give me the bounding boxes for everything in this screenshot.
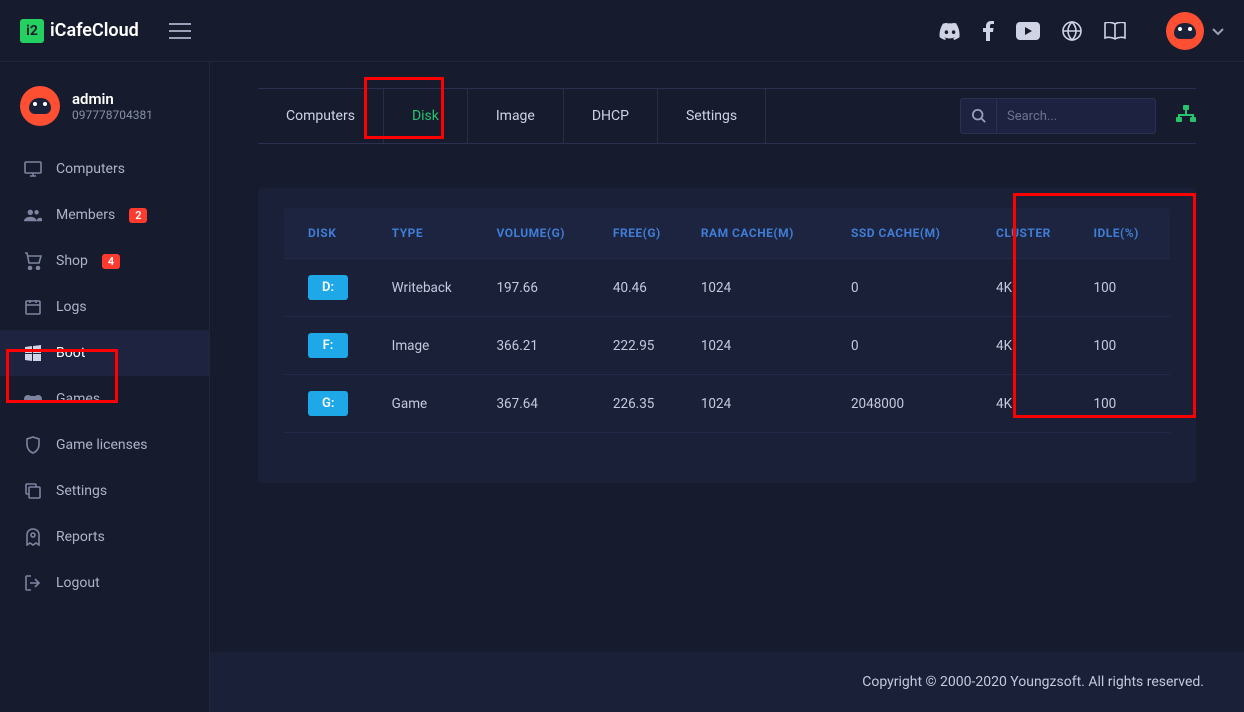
col-cluster[interactable]: CLUSTER — [988, 208, 1086, 259]
youtube-icon[interactable] — [1016, 22, 1040, 40]
col-free-g-[interactable]: FREE(G) — [605, 208, 693, 259]
sidebar-item-label: Members — [56, 207, 115, 223]
sidebar-item-boot[interactable]: Boot — [0, 330, 209, 376]
disk-table: DISKTYPEVOLUME(G)FREE(G)RAM CACHE(M)SSD … — [284, 208, 1170, 433]
cell-free: 40.46 — [605, 259, 693, 317]
monitor-icon — [24, 160, 42, 178]
cell-type: Game — [384, 375, 489, 433]
tab-computers[interactable]: Computers — [258, 89, 384, 143]
calendar-icon — [24, 298, 42, 316]
sidebar-item-settings[interactable]: Settings — [0, 468, 209, 514]
cell-ssd: 0 — [843, 317, 988, 375]
gamepad-icon — [24, 390, 42, 408]
cell-ram: 1024 — [693, 317, 843, 375]
table-row[interactable]: G: Game367.64226.35102420480004K100 — [284, 375, 1170, 433]
cell-ram: 1024 — [693, 259, 843, 317]
cell-cluster: 4K — [988, 317, 1086, 375]
globe-icon[interactable] — [1062, 21, 1082, 41]
sidebar-item-logs[interactable]: Logs — [0, 284, 209, 330]
chevron-down-icon[interactable] — [1212, 21, 1224, 40]
col-ram-cache-m-[interactable]: RAM CACHE(M) — [693, 208, 843, 259]
cell-ssd: 2048000 — [843, 375, 988, 433]
disk-badge: D: — [308, 275, 348, 300]
copyright-text: Copyright © 2000-2020 Youngzsoft. All ri… — [862, 674, 1204, 690]
disk-badge: F: — [308, 333, 348, 358]
disk-badge: G: — [308, 391, 348, 416]
search-button[interactable] — [960, 98, 996, 134]
cell-idle: 100 — [1085, 317, 1170, 375]
sidebar-item-logout[interactable]: Logout — [0, 560, 209, 606]
cell-cluster: 4K — [988, 259, 1086, 317]
cell-idle: 100 — [1085, 375, 1170, 433]
col-type[interactable]: TYPE — [384, 208, 489, 259]
sidebar-item-shop[interactable]: Shop 4 — [0, 238, 209, 284]
sidebar-item-label: Boot — [56, 345, 85, 361]
discord-icon[interactable] — [939, 22, 961, 40]
disk-table-card: DISKTYPEVOLUME(G)FREE(G)RAM CACHE(M)SSD … — [258, 188, 1196, 483]
windows-icon — [24, 344, 42, 362]
sidebar-item-computers[interactable]: Computers — [0, 146, 209, 192]
sidebar-item-reports[interactable]: Reports — [0, 514, 209, 560]
col-idle-[interactable]: IDLE(%) — [1085, 208, 1170, 259]
cart-icon — [24, 252, 42, 270]
tab-dhcp[interactable]: DHCP — [564, 89, 658, 143]
sidebar-item-label: Logs — [56, 299, 87, 315]
cell-volume: 366.21 — [488, 317, 604, 375]
sidebar-item-label: Shop — [56, 253, 88, 269]
copy-icon — [24, 482, 42, 500]
logo-mark-icon: i2 — [20, 19, 44, 43]
sidebar-item-label: Computers — [56, 161, 125, 177]
logo-text: iCafeCloud — [50, 20, 139, 41]
cell-idle: 100 — [1085, 259, 1170, 317]
sidebar-item-label: Reports — [56, 529, 105, 545]
user-avatar-small — [20, 86, 60, 126]
logout-icon — [24, 574, 42, 592]
tab-settings[interactable]: Settings — [658, 89, 766, 143]
cell-volume: 197.66 — [488, 259, 604, 317]
table-row[interactable]: D: Writeback197.6640.46102404K100 — [284, 259, 1170, 317]
col-disk[interactable]: DISK — [284, 208, 384, 259]
tabs-row: ComputersDiskImageDHCPSettings — [258, 88, 1196, 144]
sidebar-item-game-licenses[interactable]: Game licenses — [0, 422, 209, 468]
cell-free: 222.95 — [605, 317, 693, 375]
sidebar-item-label: Settings — [56, 483, 107, 499]
cell-free: 226.35 — [605, 375, 693, 433]
user-avatar[interactable] — [1166, 12, 1204, 50]
user-block[interactable]: admin 097778704381 — [0, 80, 209, 146]
tab-disk[interactable]: Disk — [384, 89, 468, 143]
shield-icon — [24, 436, 42, 454]
user-name: admin — [72, 90, 153, 108]
sidebar-item-members[interactable]: Members 2 — [0, 192, 209, 238]
cell-ram: 1024 — [693, 375, 843, 433]
cell-volume: 367.64 — [488, 375, 604, 433]
cell-cluster: 4K — [988, 375, 1086, 433]
table-row[interactable]: F: Image366.21222.95102404K100 — [284, 317, 1170, 375]
footer: Copyright © 2000-2020 Youngzsoft. All ri… — [210, 652, 1244, 712]
cell-ssd: 0 — [843, 259, 988, 317]
facebook-icon[interactable] — [983, 21, 994, 41]
report-icon — [24, 528, 42, 546]
col-ssd-cache-m-[interactable]: SSD CACHE(M) — [843, 208, 988, 259]
search-input[interactable] — [996, 98, 1156, 134]
user-id: 097778704381 — [72, 108, 153, 122]
col-volume-g-[interactable]: VOLUME(G) — [488, 208, 604, 259]
sidebar-item-label: Logout — [56, 575, 100, 591]
badge: 4 — [102, 254, 120, 269]
sidebar-item-games[interactable]: Games — [0, 376, 209, 422]
people-icon — [24, 206, 42, 224]
tab-image[interactable]: Image — [468, 89, 564, 143]
badge: 2 — [129, 208, 147, 223]
logo[interactable]: i2 iCafeCloud — [20, 19, 139, 43]
sidebar: admin 097778704381 Computers Members 2 Shop… — [0, 62, 210, 712]
sidebar-item-label: Game licenses — [56, 437, 148, 453]
sidebar-item-label: Games — [56, 391, 100, 407]
network-icon[interactable] — [1176, 105, 1196, 127]
cell-type: Image — [384, 317, 489, 375]
book-icon[interactable] — [1104, 22, 1126, 40]
menu-toggle-icon[interactable] — [169, 23, 191, 39]
cell-type: Writeback — [384, 259, 489, 317]
